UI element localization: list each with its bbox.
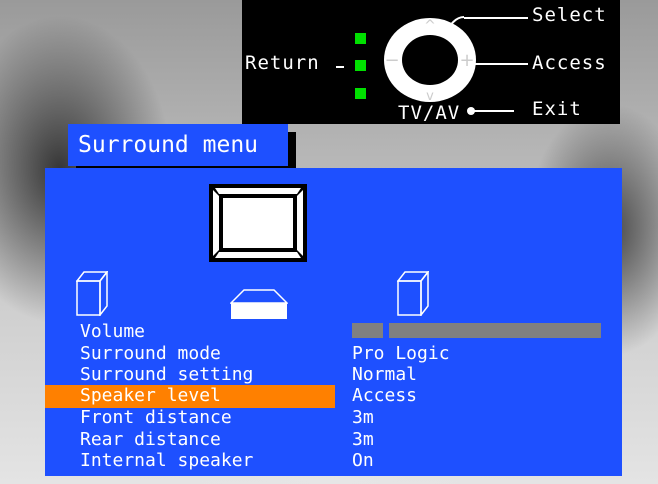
exit-hint-label: Exit xyxy=(532,98,582,120)
menu-item-front-distance[interactable]: Front distance xyxy=(80,408,232,429)
center-speaker-icon xyxy=(230,289,288,319)
exit-pointer-line xyxy=(474,110,514,112)
volume-slider-track[interactable] xyxy=(389,323,601,338)
surround-setting-value[interactable]: Normal xyxy=(352,365,417,386)
green-indicator-middle xyxy=(355,60,366,71)
green-indicator-top xyxy=(355,33,366,44)
rear-left-speaker-icon xyxy=(76,271,108,316)
svg-text:−: − xyxy=(384,50,399,71)
return-hint-label: Return xyxy=(245,52,320,74)
front-distance-value[interactable]: 3m xyxy=(352,408,374,429)
television-icon xyxy=(209,184,307,262)
surround-mode-value[interactable]: Pro Logic xyxy=(352,344,450,365)
menu-item-rear-distance[interactable]: Rear distance xyxy=(80,430,221,451)
menu-item-internal-speaker[interactable]: Internal speaker xyxy=(80,451,253,472)
remote-help-overlay: Select Return ^ v − + Access TV/AV Exit xyxy=(242,0,620,124)
internal-speaker-value[interactable]: On xyxy=(352,451,374,472)
volume-level-indicator[interactable] xyxy=(352,323,383,338)
speaker-level-value[interactable]: Access xyxy=(352,386,417,407)
access-pointer-line xyxy=(474,63,528,65)
menu-item-speaker-level[interactable]: Speaker level xyxy=(80,386,221,407)
access-hint-label: Access xyxy=(532,52,607,74)
rear-distance-value[interactable]: 3m xyxy=(352,430,374,451)
svg-text:+: + xyxy=(459,50,474,71)
select-hint-label: Select xyxy=(532,4,607,26)
tvav-hint-label: TV/AV xyxy=(398,102,461,124)
menu-item-surround-mode[interactable]: Surround mode xyxy=(80,344,221,365)
remote-navigation-pad-icon: ^ v − + xyxy=(384,18,476,104)
rear-right-speaker-icon xyxy=(397,271,429,316)
green-indicator-bottom xyxy=(355,88,366,99)
menu-item-surround-setting[interactable]: Surround setting xyxy=(80,365,253,386)
svg-text:^: ^ xyxy=(424,18,436,34)
return-dash xyxy=(336,66,344,68)
menu-title: Surround menu xyxy=(68,124,288,166)
menu-item-volume[interactable]: Volume xyxy=(80,322,145,343)
